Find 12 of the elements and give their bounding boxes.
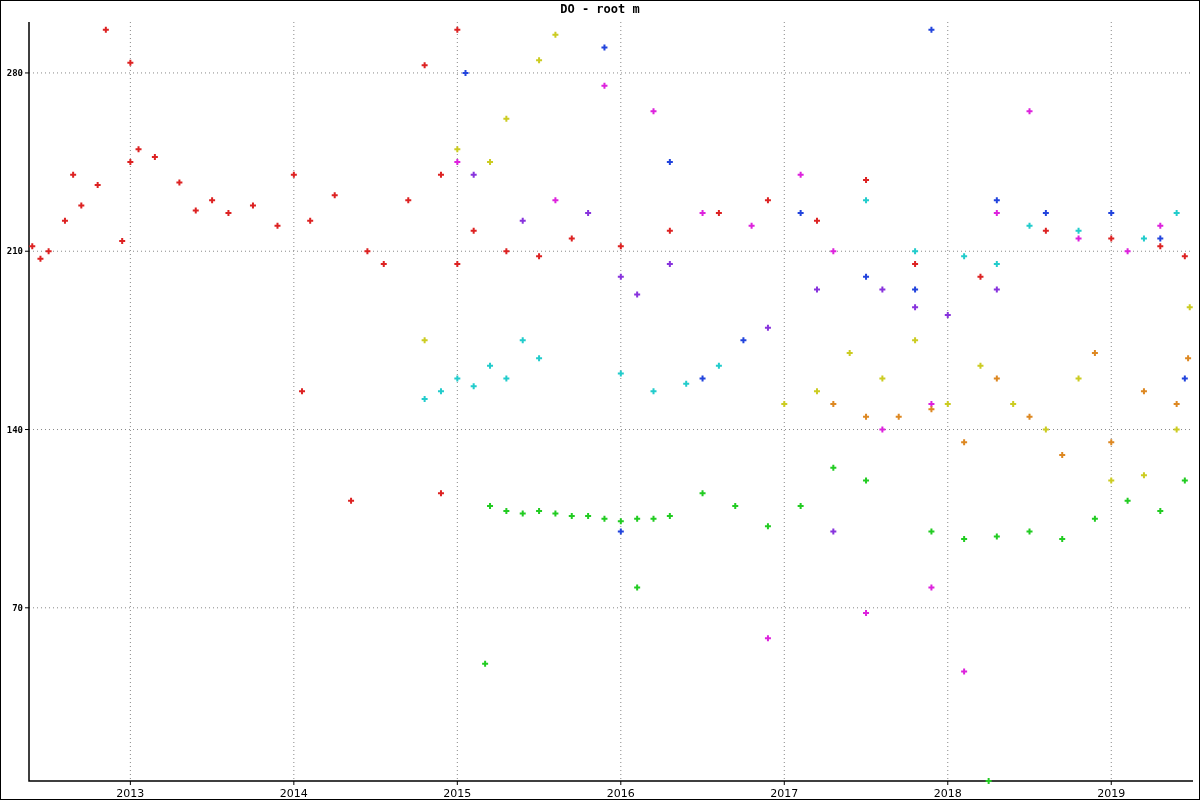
x-tick-label: 2017	[770, 787, 799, 800]
x-tick-label: 2015	[443, 787, 472, 800]
y-tick-label: 210	[6, 246, 23, 257]
x-tick-label: 2013	[116, 787, 145, 800]
y-tick-label: 140	[6, 424, 23, 435]
y-tick-label: 280	[6, 67, 23, 78]
chart-title: DO - root m	[560, 2, 640, 16]
x-tick-label: 2018	[933, 787, 962, 800]
y-tick-label: 70	[12, 602, 23, 613]
x-tick-label: 2019	[1097, 787, 1126, 800]
x-tick-label: 2014	[279, 787, 308, 800]
x-tick-label: 2016	[606, 787, 635, 800]
